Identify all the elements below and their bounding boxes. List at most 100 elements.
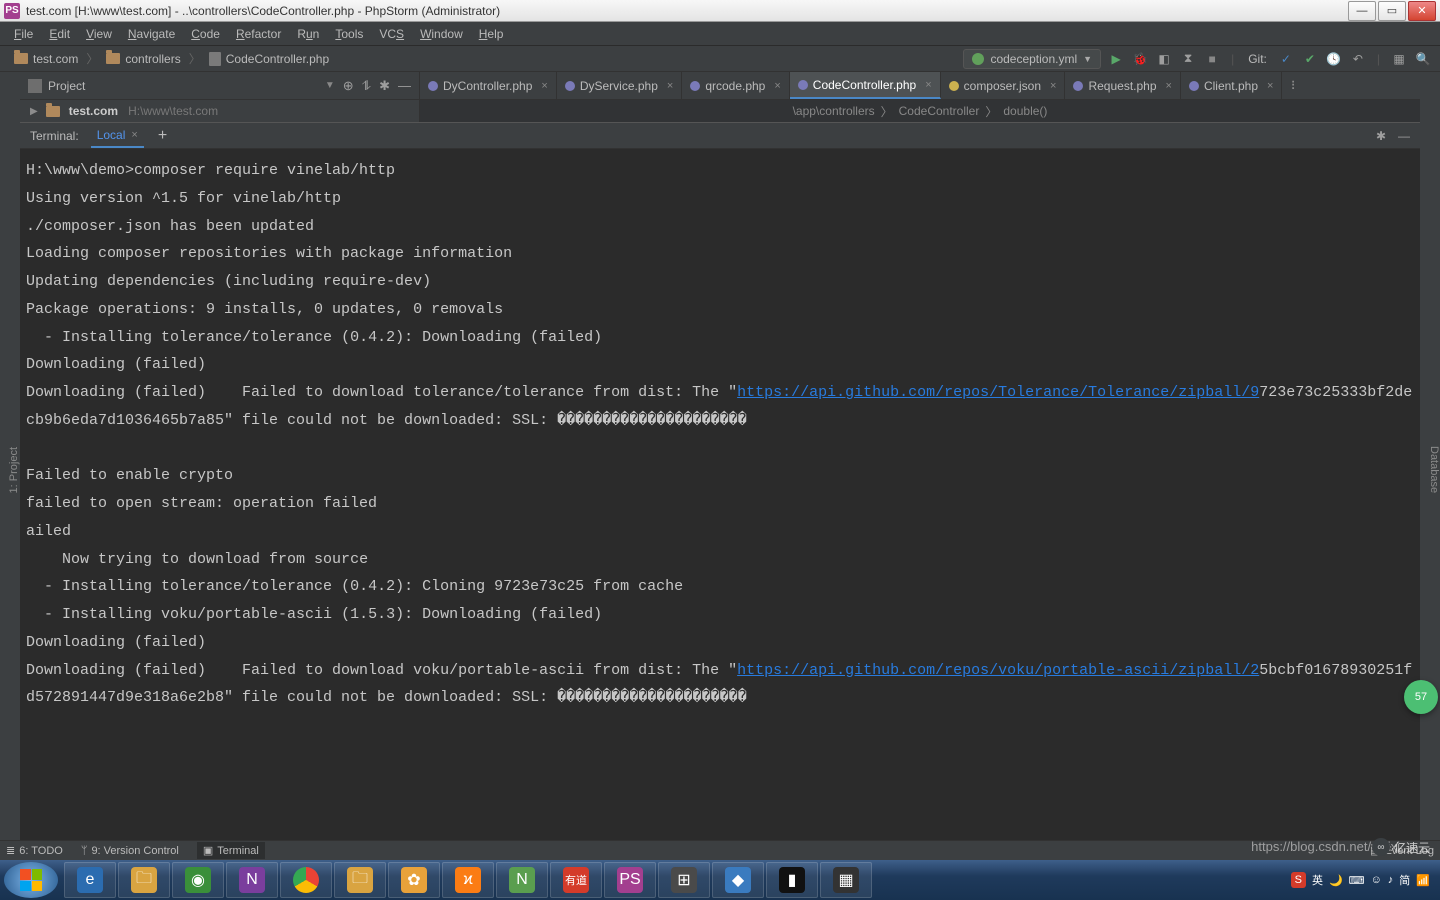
project-panel-title[interactable]: Project (48, 79, 321, 93)
minimize-button[interactable]: — (1348, 1, 1376, 21)
tray-smile-icon[interactable]: ☺ (1371, 874, 1382, 886)
terminal-title: Terminal: (30, 129, 79, 143)
menu-view[interactable]: View (78, 24, 120, 44)
tab-label: composer.json (964, 79, 1041, 93)
ide-settings-button[interactable]: ▦ (1390, 50, 1408, 68)
menu-help[interactable]: Help (471, 24, 512, 44)
tray-volume-icon[interactable]: ♪ (1388, 874, 1394, 886)
tool-project[interactable]: 1: Project (8, 443, 20, 497)
taskbar-folder[interactable]: 🗀 (334, 862, 386, 898)
tree-expand-icon[interactable]: ▶ (30, 106, 38, 117)
hide-panel-icon[interactable]: — (1398, 129, 1410, 143)
close-icon[interactable]: × (131, 129, 137, 141)
taskbar-youdao[interactable]: 有道 (550, 862, 602, 898)
taskbar-notepadpp[interactable]: N (496, 862, 548, 898)
locate-icon[interactable]: ⊕ (343, 78, 354, 94)
tab-codecontroller[interactable]: CodeController.php× (790, 72, 941, 99)
project-root-node[interactable]: ▶ test.com H:\www\test.com (20, 100, 419, 122)
tool-terminal[interactable]: ▣Terminal (197, 842, 265, 859)
taskbar-onenote[interactable]: N (226, 862, 278, 898)
taskbar-ie[interactable]: e (64, 862, 116, 898)
taskbar-app4[interactable]: ▦ (820, 862, 872, 898)
git-commit-button[interactable]: ✔ (1301, 50, 1319, 68)
tool-database[interactable]: Database (1428, 442, 1440, 497)
close-icon[interactable]: × (774, 80, 780, 92)
menu-tools[interactable]: Tools (327, 24, 371, 44)
gear-icon[interactable]: ✱ (379, 78, 390, 94)
terminal-link[interactable]: https://api.github.com/repos/voku/portab… (737, 662, 1259, 679)
menu-refactor[interactable]: Refactor (228, 24, 289, 44)
breadcrumb-folder[interactable]: controllers (100, 50, 186, 68)
maximize-button[interactable]: ▭ (1378, 1, 1406, 21)
menu-run[interactable]: Run (289, 24, 327, 44)
debug-button[interactable]: 🐞 (1131, 50, 1149, 68)
close-icon[interactable]: × (667, 80, 673, 92)
chevron-down-icon[interactable]: ▼ (325, 80, 335, 91)
run-config-selector[interactable]: codeception.yml ▼ (963, 49, 1101, 69)
tab-client[interactable]: Client.php× (1181, 72, 1282, 99)
taskbar-app3[interactable]: ◆ (712, 862, 764, 898)
tab-request[interactable]: Request.php× (1065, 72, 1181, 99)
taskbar-cmd[interactable]: ▮ (766, 862, 818, 898)
terminal-output[interactable]: H:\www\demo>composer require vinelab/htt… (20, 149, 1420, 842)
menu-vcs[interactable]: VCS (371, 24, 412, 44)
event-log-button[interactable]: ▤Event Log (1370, 844, 1434, 857)
breadcrumb-file[interactable]: CodeController.php (203, 50, 335, 68)
terminal-text: 723e73c25333bf2decb9b6eda7d1036465b7a85"… (26, 384, 1412, 679)
ime-icon[interactable]: S (1291, 872, 1306, 888)
ime-simp[interactable]: 简 (1399, 872, 1410, 888)
tray-moon-icon[interactable]: 🌙 (1329, 874, 1343, 887)
taskbar-app1[interactable]: ✿ (388, 862, 440, 898)
stop-button[interactable]: ■ (1203, 50, 1221, 68)
menu-edit[interactable]: Edit (41, 24, 78, 44)
tab-label: DyController.php (443, 79, 532, 93)
taskbar-phpstorm[interactable]: PS (604, 862, 656, 898)
tab-composer[interactable]: composer.json × (941, 72, 1066, 99)
taskbar-chrome[interactable] (280, 862, 332, 898)
taskbar-media[interactable]: ◉ (172, 862, 224, 898)
tab-qrcode[interactable]: qrcode.php× (682, 72, 789, 99)
coverage-button[interactable]: ◧ (1155, 50, 1173, 68)
terminal-tab-local[interactable]: Local × (91, 124, 144, 148)
tool-todo[interactable]: ≣6: TODO (6, 844, 63, 857)
breadcrumb-project[interactable]: test.com (8, 50, 84, 68)
hide-panel-icon[interactable]: — (398, 78, 411, 93)
git-revert-button[interactable]: ↶ (1349, 50, 1367, 68)
search-everywhere-button[interactable]: 🔍 (1414, 50, 1432, 68)
tab-dycontroller[interactable]: DyController.php × (420, 72, 557, 99)
start-button[interactable] (4, 862, 58, 898)
taskbar-xampp[interactable]: ϰ (442, 862, 494, 898)
git-update-button[interactable]: ✓ (1277, 50, 1295, 68)
menu-navigate[interactable]: Navigate (120, 24, 183, 44)
ime-lang[interactable]: 英 (1312, 872, 1323, 888)
collapse-icon[interactable]: ⥮ (362, 78, 371, 94)
taskbar-explorer[interactable]: 🗀 (118, 862, 170, 898)
floating-badge[interactable]: 57 (1404, 680, 1438, 714)
terminal-new-tab[interactable]: + (158, 127, 167, 145)
close-icon[interactable]: × (1267, 80, 1273, 92)
menu-window[interactable]: Window (412, 24, 471, 44)
php-icon (798, 80, 808, 90)
close-button[interactable]: ✕ (1408, 1, 1436, 21)
git-history-button[interactable]: 🕓 (1325, 50, 1343, 68)
menu-file[interactable]: File (6, 24, 41, 44)
run-button[interactable]: ▶ (1107, 50, 1125, 68)
tool-vcs[interactable]: ᛘ9: Version Control (81, 845, 179, 857)
close-icon[interactable]: × (1050, 80, 1056, 92)
terminal-header: Terminal: Local × + ✱ — (20, 123, 1420, 149)
tabs-overflow[interactable]: ⠇ (1282, 72, 1307, 99)
breadcrumb-segment[interactable]: double() (1003, 104, 1047, 118)
taskbar-app2[interactable]: ⊞ (658, 862, 710, 898)
menu-code[interactable]: Code (183, 24, 228, 44)
tray-keyboard-icon[interactable]: ⌨ (1349, 874, 1365, 887)
breadcrumb-segment[interactable]: \app\controllers (793, 104, 875, 118)
gear-icon[interactable]: ✱ (1376, 129, 1386, 143)
terminal-link[interactable]: https://api.github.com/repos/Tolerance/T… (737, 384, 1259, 401)
close-icon[interactable]: × (541, 80, 547, 92)
close-icon[interactable]: × (925, 79, 931, 91)
tray-network-icon[interactable]: 📶 (1416, 874, 1430, 887)
close-icon[interactable]: × (1166, 80, 1172, 92)
breadcrumb-segment[interactable]: CodeController (899, 104, 980, 118)
profile-button[interactable]: ⧗ (1179, 50, 1197, 68)
tab-dyservice[interactable]: DyService.php× (557, 72, 682, 99)
